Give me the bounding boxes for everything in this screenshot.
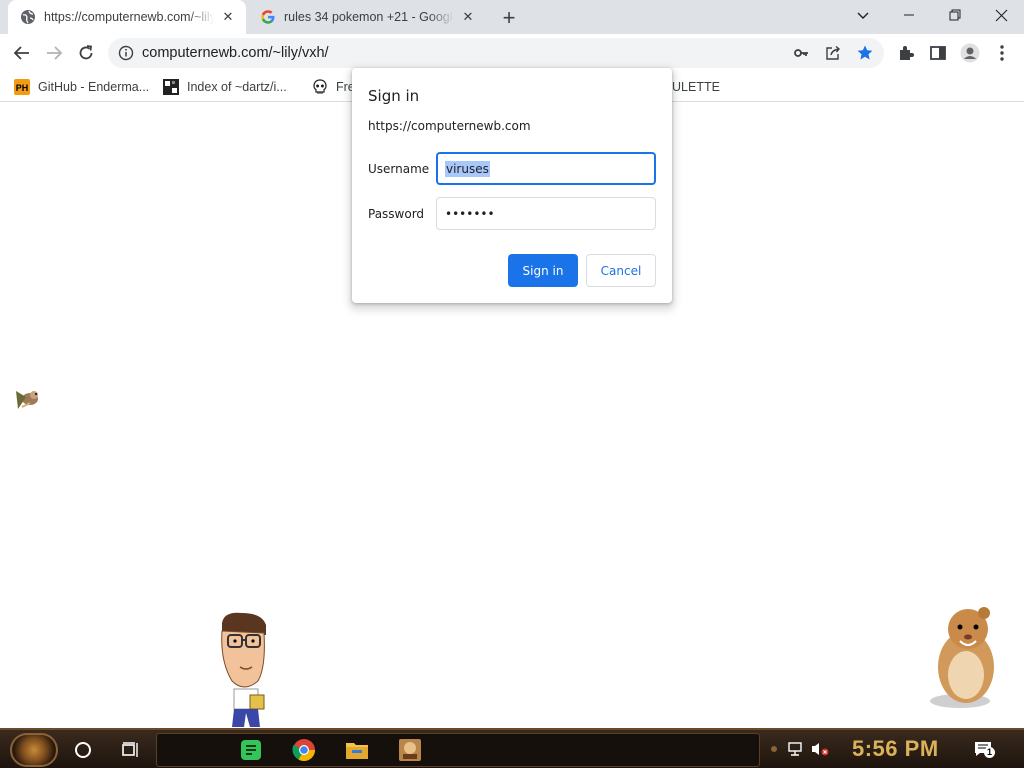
notifications-icon[interactable]: 1	[972, 739, 996, 759]
tray-chevron-icon[interactable]	[764, 739, 784, 759]
username-label: Username	[368, 162, 430, 176]
svg-text:PH: PH	[16, 83, 29, 93]
bookmark-index-dartz[interactable]: Index of ~dartz/i...	[163, 77, 287, 97]
close-window-button[interactable]	[978, 0, 1024, 30]
username-field[interactable]: viruses	[436, 152, 656, 185]
forward-button[interactable]	[40, 39, 68, 67]
tab-search-icon[interactable]	[840, 0, 886, 30]
notes-app-icon[interactable]	[236, 735, 266, 765]
new-tab-button[interactable]: +	[496, 5, 522, 31]
bookmark-roulette[interactable]: ULETTE	[672, 77, 720, 97]
cartoon-man-image	[221, 612, 266, 727]
site-info-icon[interactable]	[118, 45, 134, 64]
profile-avatar-icon[interactable]	[960, 43, 980, 63]
skull-icon	[312, 79, 328, 95]
close-tab-icon[interactable]: ✕	[460, 9, 476, 25]
cancel-button[interactable]: Cancel	[586, 254, 656, 287]
key-icon[interactable]	[792, 44, 810, 62]
notification-count: 1	[984, 747, 995, 758]
bookmark-free[interactable]: Fre	[312, 77, 355, 97]
flying-creature-image	[16, 391, 38, 409]
browser-toolbar: computernewb.com/~lily/vxh/	[0, 34, 1024, 72]
page-content: Sign in https://computernewb.com Usernam…	[0, 68, 1024, 728]
bookmark-label: Index of ~dartz/i...	[187, 80, 287, 94]
tab-title: rules 34 pokemon +21 - Google Search	[284, 10, 454, 24]
taskbar-clock[interactable]: 5:56 PM	[852, 736, 939, 762]
tab-computernewb[interactable]: https://computernewb.com/~lily/vxh/ ✕	[8, 0, 246, 34]
close-tab-icon[interactable]: ✕	[220, 9, 236, 25]
sign-in-button[interactable]: Sign in	[508, 254, 578, 287]
volume-muted-icon[interactable]	[810, 739, 830, 759]
address-bar[interactable]: computernewb.com/~lily/vxh/	[108, 38, 884, 68]
restore-button[interactable]	[932, 0, 978, 30]
game-app-icon[interactable]	[395, 735, 425, 765]
sign-in-dialog: Sign in https://computernewb.com Usernam…	[352, 68, 672, 303]
menu-icon[interactable]	[992, 43, 1012, 63]
username-value: viruses	[445, 160, 490, 177]
extensions-icon[interactable]	[896, 43, 916, 63]
cortana-icon[interactable]	[68, 735, 98, 765]
url-text: computernewb.com/~lily/vxh/	[142, 45, 329, 61]
share-icon[interactable]	[824, 44, 842, 62]
index-icon	[163, 79, 179, 95]
google-icon	[260, 9, 276, 25]
bookmark-label: GitHub - Enderma...	[38, 80, 150, 94]
reload-button[interactable]	[72, 39, 100, 67]
bookmark-github[interactable]: PH GitHub - Enderma...	[14, 77, 149, 97]
tab-title: https://computernewb.com/~lily/vxh/	[44, 10, 214, 24]
bookmark-star-icon[interactable]	[856, 44, 874, 62]
password-field[interactable]: •••••••	[436, 197, 656, 230]
tab-google-search[interactable]: rules 34 pokemon +21 - Google Search ✕	[248, 0, 486, 34]
hamster-image	[930, 607, 994, 708]
taskbar: 5:56 PM 1	[0, 728, 1024, 768]
start-button[interactable]	[10, 733, 58, 767]
ph-icon: PH	[14, 79, 30, 95]
dialog-title: Sign in	[368, 87, 420, 105]
password-value: •••••••	[445, 206, 495, 221]
task-view-icon[interactable]	[116, 735, 146, 765]
globe-icon	[20, 9, 36, 25]
dialog-origin: https://computernewb.com	[368, 119, 531, 133]
password-label: Password	[368, 207, 425, 221]
back-button[interactable]	[8, 39, 36, 67]
bookmark-label: ULETTE	[672, 80, 720, 94]
minimize-button[interactable]	[886, 0, 932, 30]
chrome-icon[interactable]	[289, 735, 319, 765]
side-panel-icon[interactable]	[928, 43, 948, 63]
tab-strip: https://computernewb.com/~lily/vxh/ ✕ ru…	[0, 0, 1024, 34]
file-explorer-icon[interactable]	[342, 735, 372, 765]
network-icon[interactable]	[786, 739, 806, 759]
